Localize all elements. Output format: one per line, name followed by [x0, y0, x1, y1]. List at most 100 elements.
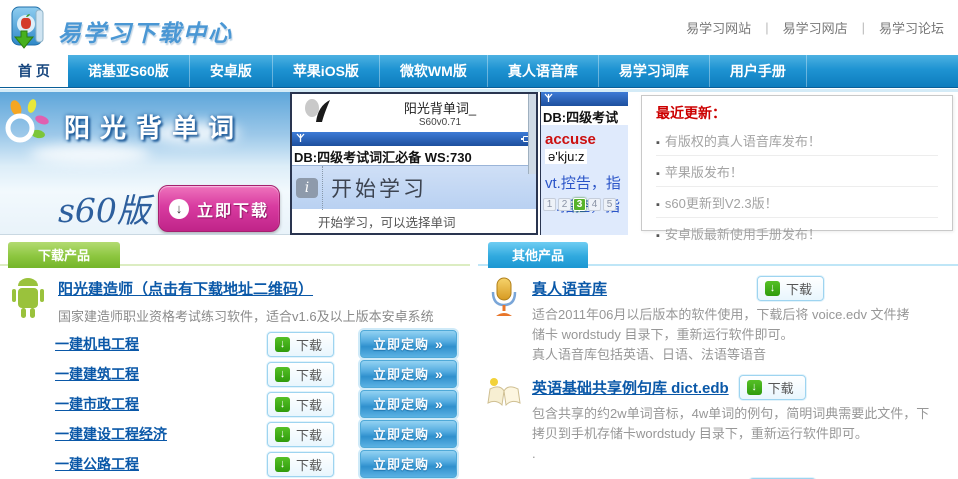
banner-download-button[interactable]: ↓ 立即下载 — [158, 185, 280, 232]
featured-product-link[interactable]: 阳光建造师（点击有下载地址二维码） — [58, 278, 313, 299]
featured-product: 阳光建造师（点击有下载地址二维码） 国家建造师职业资格考试练习软件，适合v1.6… — [8, 276, 470, 327]
top-link-shop[interactable]: 易学习网店 — [783, 18, 848, 37]
screenshot-selected-menu: i 开始学习 — [292, 165, 536, 209]
download-arrow-icon: ↓ — [169, 199, 189, 219]
tab-download-products: 下载产品 — [8, 242, 120, 268]
screenshot-pagination: 1 2 3 4 5 — [543, 198, 616, 211]
other-product-link[interactable]: 真人语音库 — [532, 278, 757, 299]
menu-item-label: 开始学习 — [331, 173, 427, 203]
screenshot-db-line: DB:四级考试 — [541, 106, 628, 125]
site-logo[interactable]: 易学习下载中心 — [6, 4, 233, 57]
chevron-right-icon: » — [435, 396, 444, 412]
page-number: 2 — [558, 198, 571, 211]
screenshot-statusbar — [292, 132, 536, 146]
update-item: ▪有版权的真人语音库发布！ — [656, 125, 938, 156]
download-button[interactable]: ↓ 下载 — [267, 452, 334, 477]
other-product-desc: 真人语音库包括英语、日语、法语等语音 — [532, 345, 910, 365]
bullet-icon: ▪ — [656, 168, 660, 180]
word-phonetic: ə'kju:z — [545, 149, 587, 164]
download-button[interactable]: ↓ 下载 — [739, 375, 806, 400]
screenshot-scrollbar — [528, 94, 536, 174]
other-product-desc: 适合2011年06月以后版本的软件使用，下载后将 voice.edv 文件拷 — [532, 305, 910, 325]
banner-title: 阳光背单词 — [64, 108, 244, 145]
tab-other-products: 其他产品 — [488, 242, 588, 268]
header: 易学习下载中心 易学习网站 | 易学习网店 | 易学习论坛 — [0, 0, 958, 55]
top-link-forum[interactable]: 易学习论坛 — [879, 18, 944, 37]
updates-title: 最近更新： — [656, 103, 938, 123]
product-link[interactable]: 一建市政工程 — [55, 394, 267, 414]
screenshot-statusbar — [541, 92, 628, 106]
order-now-button[interactable]: 立即定购 » — [360, 420, 457, 448]
bullet-icon: ▪ — [656, 230, 660, 242]
nav-tab-ios[interactable]: 苹果iOS版 — [273, 55, 380, 87]
product-link[interactable]: 一建机电工程 — [55, 334, 267, 354]
order-now-button[interactable]: 立即定购 » — [360, 390, 457, 418]
other-product-row: 英语基础共享例句库 dict.edb ↓ 下载 包含共享的约2w单词音标，4w单… — [486, 375, 958, 464]
backpack-download-icon — [6, 4, 52, 57]
product-link[interactable]: 一建公路工程 — [55, 454, 267, 474]
download-button[interactable]: ↓ 下载 — [267, 362, 334, 387]
download-arrow-icon: ↓ — [275, 397, 290, 412]
signal-icon — [544, 92, 553, 108]
link-separator: | — [862, 20, 865, 35]
download-button[interactable]: ↓ 下载 — [267, 332, 334, 357]
nav-tab-s60[interactable]: 诺基亚S60版 — [68, 55, 190, 87]
nav-tab-dict[interactable]: 易学习词库 — [599, 55, 710, 87]
order-now-button[interactable]: 立即定购 » — [360, 330, 457, 358]
page: 易学习下载中心 易学习网站 | 易学习网店 | 易学习论坛 首 页 诺基亚S60… — [0, 0, 958, 479]
download-button[interactable]: ↓ 下载 — [757, 276, 824, 301]
other-product-desc: . — [532, 444, 929, 464]
other-products-section: 其他产品 真人语音库 ↓ 下载 — [478, 242, 958, 479]
sun-logo-icon — [2, 98, 54, 155]
page-number: 1 — [543, 198, 556, 211]
other-product-desc: 储卡 wordstudy 目录下，重新运行软件即可。 — [532, 325, 910, 345]
menu-item-hint: 开始学习，可以选择单词 — [292, 212, 536, 231]
order-now-button[interactable]: 立即定购 » — [360, 450, 457, 478]
chevron-right-icon: » — [435, 336, 444, 352]
featured-product-desc: 国家建造师职业资格考试练习软件，适合v1.6及以上版本安卓系统 — [58, 306, 434, 325]
download-button[interactable]: ↓ 下载 — [267, 392, 334, 417]
nav-tab-android[interactable]: 安卓版 — [190, 55, 273, 87]
other-product-desc: 拷贝到手机存储卡wordstudy 目录下，重新运行软件即可。 — [532, 424, 929, 444]
main-nav: 首 页 诺基亚S60版 安卓版 苹果iOS版 微软WM版 真人语音库 易学习词库… — [0, 55, 958, 88]
download-arrow-icon: ↓ — [765, 281, 780, 296]
other-product-desc: 包含共享的约2w单词音标，4w单词的例句，简明词典需要此文件，下 — [532, 404, 929, 424]
chevron-right-icon: » — [435, 456, 444, 472]
screenshot-app-name: 阳光背单词_ — [344, 98, 536, 117]
dotted-divider — [322, 166, 323, 210]
update-item: ▪苹果版发布！ — [656, 156, 938, 187]
chevron-right-icon: » — [435, 426, 444, 442]
nav-tab-home[interactable]: 首 页 — [0, 55, 68, 87]
order-now-button[interactable]: 立即定购 » — [360, 360, 457, 388]
other-product-link[interactable]: 英语基础共享例句库 dict.edb — [532, 377, 729, 398]
site-title: 易学习下载中心 — [58, 14, 233, 48]
word-meaning-vt: vt.控告，指 — [541, 166, 628, 193]
top-link-website[interactable]: 易学习网站 — [686, 18, 751, 37]
download-button[interactable]: ↓ 下载 — [267, 422, 334, 447]
other-products-header: 其他产品 — [478, 242, 958, 266]
nav-tab-wm[interactable]: 微软WM版 — [380, 55, 488, 87]
microphone-icon — [486, 276, 522, 365]
screenshot-app-header: 阳光背单词_ S60v0.71 — [292, 94, 536, 132]
page-number-active: 3 — [573, 198, 586, 211]
product-link[interactable]: 一建建设工程经济 — [55, 424, 267, 444]
top-links: 易学习网站 | 易学习网店 | 易学习论坛 — [686, 18, 944, 37]
app-screenshot-word: DB:四级考试 accuse ə'kju:z vt.控告，指 vi.指控，指 1… — [540, 92, 628, 235]
download-arrow-icon: ↓ — [275, 427, 290, 442]
nav-tab-voice[interactable]: 真人语音库 — [488, 55, 599, 87]
bullet-icon: ▪ — [656, 137, 660, 149]
screenshot-db-line: DB:四级考试词汇必备 WS:730 — [292, 146, 536, 165]
download-products-header: 下载产品 — [0, 242, 470, 266]
app-screenshot-menu: 阳光背单词_ S60v0.71 DB:四级考试词汇必备 WS:730 i 开始学… — [290, 92, 538, 235]
chevron-right-icon: » — [435, 366, 444, 382]
download-products-section: 下载产品 阳光建造师（点击有下载地址二维码） 国家建造师职业资格考试练习 — [0, 242, 470, 479]
open-book-icon — [486, 375, 522, 464]
bullet-icon: ▪ — [656, 199, 660, 211]
recent-updates-panel: 最近更新： ▪有版权的真人语音库发布！ ▪苹果版发布！ ▪s60更新到V2.3版… — [641, 95, 953, 231]
download-arrow-icon: ↓ — [747, 380, 762, 395]
download-arrow-icon: ↓ — [275, 337, 290, 352]
nav-tab-manual[interactable]: 用户手册 — [710, 55, 807, 87]
product-link[interactable]: 一建建筑工程 — [55, 364, 267, 384]
product-row: 一建市政工程 ↓ 下载 立即定购 » — [55, 389, 470, 419]
page-number: 4 — [588, 198, 601, 211]
